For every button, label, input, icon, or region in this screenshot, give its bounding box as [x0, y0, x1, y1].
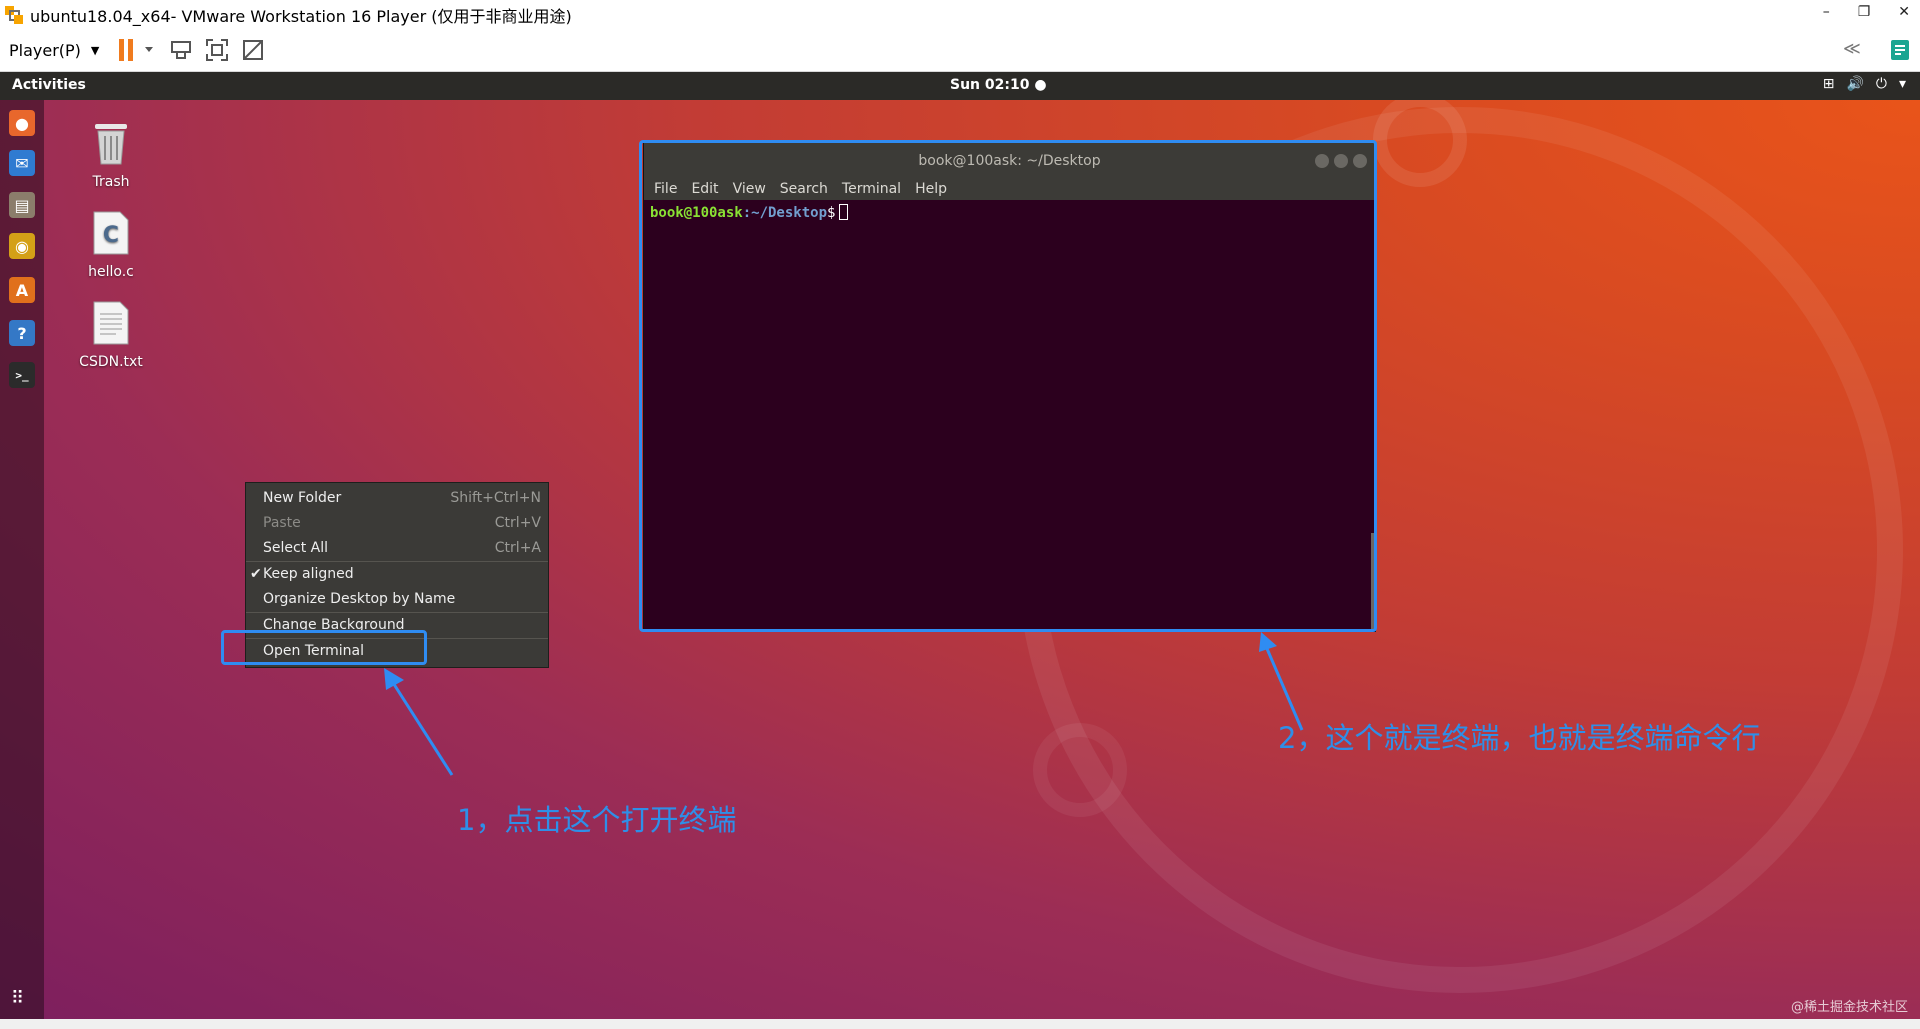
notes-icon[interactable]	[1889, 38, 1911, 62]
files-icon[interactable]: ▤	[9, 192, 35, 218]
menu-item-label: New Folder	[263, 490, 342, 506]
vmware-toolbar: Player(P) ▼ ≪	[0, 29, 1920, 72]
hello-c-desktop-icon[interactable]: C hello.c	[66, 210, 156, 280]
menu-item-label: Select All	[263, 540, 328, 556]
dock: ● ✉ ▤ ◉ A? >_	[0, 100, 44, 1019]
activities-button[interactable]: Activities	[12, 77, 86, 93]
show-applications-icon[interactable]: ⠿	[11, 988, 24, 1009]
terminal-highlight-box	[639, 140, 1377, 632]
svg-text:C: C	[103, 223, 119, 248]
chevron-down-icon: ▾	[1898, 76, 1906, 92]
annotation-step-2: 2，这个就是终端，也就是终端命令行	[1278, 721, 1761, 755]
menu-item-select-all[interactable]: Select All Ctrl+A	[246, 536, 548, 561]
player-menu[interactable]: Player(P) ▼	[9, 41, 99, 60]
volume-icon: 🔊	[1846, 76, 1864, 92]
firefox-icon[interactable]: ●	[9, 110, 35, 136]
watermark: @稀土掘金技术社区	[1790, 1000, 1908, 1015]
menu-item-keep-aligned[interactable]: ✔ Keep aligned	[246, 562, 548, 587]
c-source-file-icon: C	[93, 211, 129, 255]
power-icon: ⏻	[1875, 76, 1887, 92]
ubuntu-top-bar: Activities Sun 02:10 ● ⊞ 🔊 ⏻ ▾	[0, 72, 1920, 100]
csdn-txt-label: CSDN.txt	[79, 354, 143, 370]
network-icon: ⊞	[1822, 76, 1835, 92]
trash-label: Trash	[92, 174, 130, 190]
help-icon[interactable]: ?	[9, 320, 35, 346]
send-ctrl-alt-del-icon[interactable]	[169, 38, 193, 62]
menu-item-new-folder[interactable]: New Folder Shift+Ctrl+N	[246, 486, 548, 511]
vmware-status-bar	[0, 1019, 1920, 1029]
trash-icon	[95, 124, 127, 165]
shortcut-label: Ctrl+V	[494, 515, 541, 531]
player-menu-label: Player(P)	[9, 40, 81, 60]
clock[interactable]: Sun 02:10 ●	[950, 77, 1047, 93]
software-icon[interactable]: A	[9, 277, 35, 303]
unity-icon[interactable]	[241, 38, 265, 62]
menu-item-label: Paste	[263, 515, 301, 531]
shortcut-label: Ctrl+A	[494, 540, 541, 556]
csdn-txt-desktop-icon[interactable]: CSDN.txt	[66, 300, 156, 370]
terminal-icon[interactable]: >_	[9, 362, 35, 388]
vmware-logo-icon	[5, 5, 23, 24]
fullscreen-icon[interactable]	[205, 38, 229, 62]
menu-item-label: Organize Desktop by Name	[263, 591, 456, 607]
restore-button[interactable]: ❐	[1858, 4, 1871, 20]
close-button[interactable]: ✕	[1898, 4, 1910, 20]
desktop[interactable]: ● ✉ ▤ ◉ A? >_ Trash C hello.c CSDN.txt New Fo…	[0, 100, 1920, 1019]
arrow-annotation-1	[384, 668, 454, 776]
hello-c-label: hello.c	[88, 264, 134, 280]
checkmark-icon: ✔	[250, 566, 262, 582]
menu-item-paste: Paste Ctrl+V	[246, 511, 548, 536]
vmware-title-bar: ubuntu18.04_x64- VMware Workstation 16 P…	[0, 0, 1920, 29]
annotation-step-1: 1，点击这个打开终端	[457, 803, 737, 837]
menu-item-label: Keep aligned	[263, 566, 354, 582]
chevron-down-icon: ▼	[90, 43, 100, 57]
shortcut-label: Shift+Ctrl+N	[450, 490, 541, 506]
system-tray[interactable]: ⊞ 🔊 ⏻ ▾	[1823, 76, 1906, 92]
trash-desktop-icon[interactable]: Trash	[66, 120, 156, 190]
collapse-toolbar-icon[interactable]: ≪	[1843, 39, 1861, 59]
rhythmbox-icon[interactable]: ◉	[9, 233, 35, 259]
window-title: ubuntu18.04_x64- VMware Workstation 16 P…	[30, 6, 572, 26]
minimize-button[interactable]: –	[1823, 4, 1830, 20]
text-file-icon	[93, 301, 129, 345]
menu-item-organize-desktop[interactable]: Organize Desktop by Name	[246, 587, 548, 612]
thunderbird-icon[interactable]: ✉	[9, 150, 35, 176]
pause-icon[interactable]	[117, 38, 155, 62]
